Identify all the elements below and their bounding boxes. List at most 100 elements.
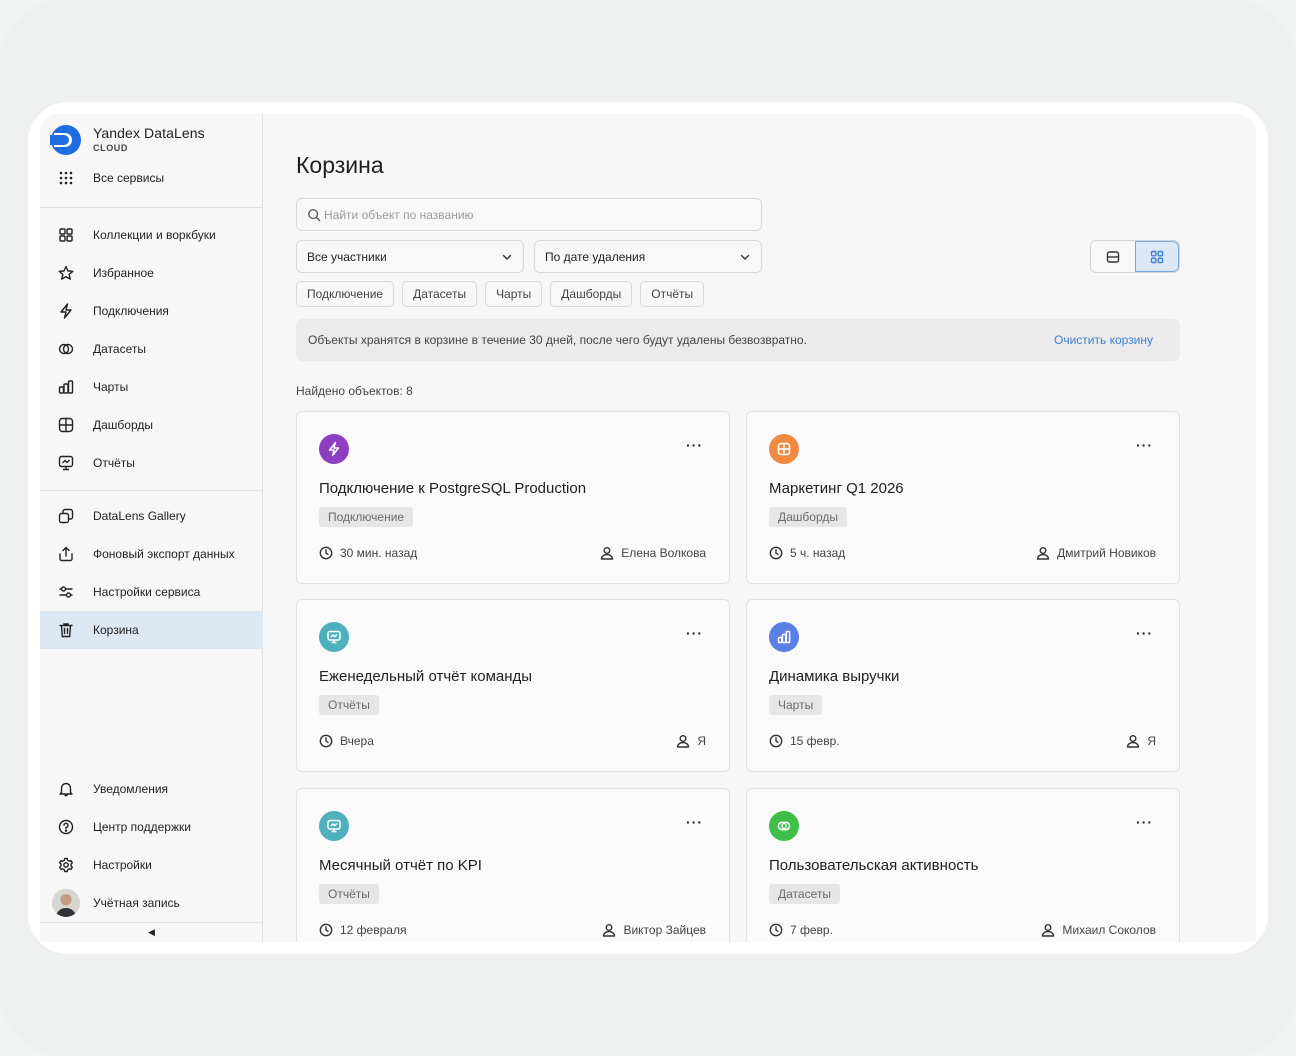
user-label: Я [697, 734, 706, 748]
sidebar-item-service-settings[interactable]: Настройки сервиса [40, 573, 263, 611]
chip-datasets[interactable]: Датасеты [402, 281, 478, 307]
sidebar-item-charts[interactable]: Чарты [40, 368, 263, 406]
trash-card[interactable]: ··· Месячный отчёт по KPI Отчёты 12 февр… [296, 788, 730, 942]
report-icon [58, 455, 74, 471]
user-icon [603, 924, 616, 937]
all-services-button[interactable]: Все сервисы [40, 159, 263, 197]
sidebar-item-datasets[interactable]: Датасеты [40, 330, 263, 368]
more-menu-button[interactable]: ··· [686, 438, 703, 452]
card-deleted-by: Елена Волкова [600, 546, 706, 560]
trash-card[interactable]: ··· Подключение к PostgreSQL Production … [296, 411, 730, 584]
search-box[interactable] [296, 198, 762, 231]
chip-connection[interactable]: Подключение [296, 281, 395, 307]
info-banner: Объекты хранятся в корзине в течение 30 … [296, 319, 1180, 361]
clock-icon [769, 923, 783, 937]
clock-icon [319, 923, 333, 937]
user-label: Елена Волкова [621, 546, 706, 560]
chip-reports[interactable]: Отчёты [640, 281, 705, 307]
help-icon [58, 819, 74, 835]
trash-card[interactable]: ··· Маркетинг Q1 2026 Дашборды 5 ч. наза… [746, 411, 1180, 584]
user-label: Михаил Соколов [1062, 923, 1156, 937]
report-icon [327, 630, 341, 644]
trash-card[interactable]: ··· Еженедельный отчёт команды Отчёты Вч… [296, 599, 730, 772]
sidebar-item-label: Центр поддержки [93, 820, 191, 834]
card-deleted-by: Михаил Соколов [1041, 923, 1156, 937]
clear-trash-link[interactable]: Очистить корзину [1054, 333, 1153, 347]
banner-text: Объекты хранятся в корзине в течение 30 … [308, 333, 807, 347]
user-icon [1036, 547, 1050, 560]
user-label: Дмитрий Новиков [1057, 546, 1156, 560]
sidebar-item-support[interactable]: Центр поддержки [40, 808, 263, 846]
sidebar-item-notifications[interactable]: Уведомления [40, 770, 263, 808]
more-menu-button[interactable]: ··· [1136, 438, 1153, 452]
sidebar-item-favorites[interactable]: Избранное [40, 254, 263, 292]
card-deleted-time: 15 февр. [769, 734, 840, 748]
trash-card[interactable]: ··· Пользовательская активность Датасеты… [746, 788, 1180, 942]
sliders-icon [58, 584, 74, 600]
more-menu-button[interactable]: ··· [686, 626, 703, 640]
clock-icon [769, 734, 783, 748]
avatar [52, 889, 80, 917]
sidebar-item-label: Настройки сервиса [93, 585, 201, 599]
more-menu-button[interactable]: ··· [1136, 626, 1153, 640]
more-menu-button[interactable]: ··· [1136, 815, 1153, 829]
members-select[interactable]: Все участники [296, 240, 524, 273]
sidebar-item-label: Настройки [93, 858, 152, 872]
time-label: 7 февр. [790, 923, 833, 937]
user-icon [601, 547, 614, 560]
search-input[interactable] [324, 207, 744, 222]
sidebar-item-export[interactable]: Фоновый экспорт данных [40, 535, 263, 573]
trash-card[interactable]: ··· Динамика выручки Чарты 15 февр. Я [746, 599, 1180, 772]
type-filter-chips: Подключение Датасеты Чарты Дашборды Отчё… [296, 281, 705, 307]
collections-icon [58, 227, 74, 243]
chart-icon [777, 630, 791, 644]
view-toggle [1090, 240, 1180, 273]
card-type-tag: Датасеты [769, 884, 840, 904]
divider [40, 207, 263, 208]
chip-charts[interactable]: Чарты [485, 281, 543, 307]
sidebar-item-label: Корзина [93, 623, 139, 637]
sidebar-item-settings[interactable]: Настройки [40, 846, 263, 884]
sort-select[interactable]: По дате удаления [534, 240, 762, 273]
card-type-badge [319, 811, 349, 841]
clock-icon [319, 734, 333, 748]
brand-title: Yandex DataLens [93, 125, 205, 141]
card-title: Подключение к PostgreSQL Production [319, 480, 587, 497]
card-type-tag: Подключение [319, 507, 414, 527]
sidebar-item-reports[interactable]: Отчёты [40, 444, 263, 482]
card-deleted-time: Вчера [319, 734, 374, 748]
sidebar-item-label: Фоновый экспорт данных [93, 547, 235, 561]
sidebar-item-dashboards[interactable]: Дашборды [40, 406, 263, 444]
dataset-icon [58, 341, 74, 357]
list-view-icon [1106, 250, 1120, 263]
card-deleted-time: 30 мин. назад [319, 546, 417, 560]
sort-select-value: По дате удаления [545, 249, 646, 264]
card-deleted-time: 12 февраля [319, 923, 406, 937]
sidebar-item-collections[interactable]: Коллекции и воркбуки [40, 216, 263, 254]
datalens-logo-icon [50, 125, 81, 155]
sidebar-item-trash[interactable]: Корзина [40, 611, 263, 649]
brand[interactable]: Yandex DataLens CLOUD [50, 124, 205, 156]
chip-dashboards[interactable]: Дашборды [550, 281, 633, 307]
user-icon [1042, 924, 1055, 937]
card-type-tag: Дашборды [769, 507, 847, 527]
sidebar-item-gallery[interactable]: DataLens Gallery [40, 497, 263, 535]
user-label: Я [1147, 734, 1156, 748]
sidebar-item-label: Учётная запись [93, 896, 180, 910]
sidebar-item-label: Датасеты [93, 342, 146, 356]
list-view-button[interactable] [1091, 241, 1135, 272]
trash-icon [58, 622, 74, 638]
sidebar-item-connections[interactable]: Подключения [40, 292, 263, 330]
card-deleted-by: Виктор Зайцев [602, 923, 706, 937]
clock-icon [769, 546, 783, 560]
card-type-badge [769, 434, 799, 464]
chevron-down-icon [740, 254, 750, 260]
card-deleted-by: Я [676, 734, 706, 748]
dataset-icon [777, 821, 791, 831]
grid-view-button[interactable] [1134, 241, 1179, 272]
card-title: Пользовательская активность [769, 857, 979, 874]
bolt-icon [58, 303, 74, 319]
sidebar-item-account[interactable]: Учётная запись [40, 884, 263, 922]
collapse-sidebar-button[interactable]: ◀ [40, 922, 263, 942]
more-menu-button[interactable]: ··· [686, 815, 703, 829]
